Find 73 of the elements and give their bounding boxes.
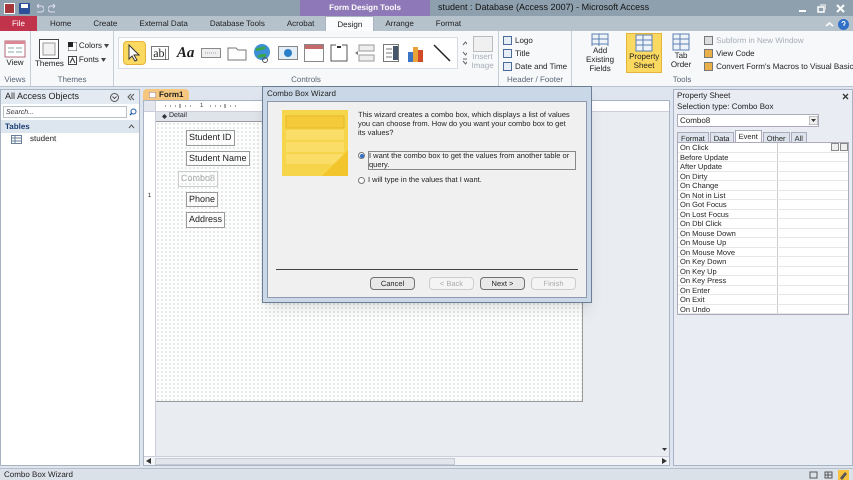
header-footer-button[interactable]: Title — [503, 48, 568, 58]
close-icon[interactable] — [842, 92, 849, 100]
ribbon-tab[interactable]: Home — [39, 16, 82, 31]
group-label: Controls — [290, 75, 322, 86]
caret-icon — [100, 58, 106, 62]
context-tab-header: Form Design Tools — [300, 0, 430, 16]
status-text: Combo Box Wizard — [4, 468, 74, 480]
label-control-icon[interactable]: Aa — [174, 41, 197, 65]
design-view-icon[interactable] — [838, 470, 849, 480]
navigation-control-icon[interactable] — [302, 41, 326, 65]
tool-button[interactable]: Property Sheet — [626, 33, 662, 73]
tool-button[interactable]: Add Existing Fields — [576, 33, 624, 73]
nav-item[interactable]: student — [30, 133, 56, 145]
dropdown-arrow-icon — [809, 116, 818, 125]
ribbon-tab[interactable]: Create — [82, 16, 128, 31]
scroll-thumb[interactable] — [155, 458, 455, 464]
grid-icon — [634, 34, 654, 52]
collapse-pane-icon[interactable] — [127, 93, 135, 101]
radio-button[interactable] — [358, 152, 365, 159]
themes-icon — [39, 38, 60, 58]
ribbon-tab[interactable]: Arrange — [374, 16, 425, 31]
search-icon[interactable] — [129, 108, 137, 116]
document-tab[interactable]: Form1 — [143, 89, 190, 100]
help-icon[interactable] — [838, 19, 849, 30]
colors-icon — [68, 42, 77, 50]
fonts-button[interactable]: Fonts — [68, 55, 110, 65]
field-label[interactable]: Phone — [186, 192, 218, 207]
scroll-left-icon[interactable] — [146, 458, 151, 464]
restore-icon[interactable] — [817, 4, 826, 12]
header-footer-button[interactable]: Logo — [503, 34, 568, 46]
group-label: Themes — [56, 75, 88, 86]
selection-type: Selection type: Combo Box — [677, 102, 774, 112]
object-dropdown[interactable]: Combo8 — [677, 114, 819, 127]
app-icon[interactable] — [4, 2, 15, 14]
layout-view-icon[interactable] — [823, 470, 834, 480]
form-view-icon[interactable] — [808, 470, 819, 480]
collapse-icon — [128, 124, 135, 129]
image-icon — [472, 36, 493, 52]
group-label: Tools — [672, 75, 692, 86]
field-label[interactable]: Student Name — [186, 150, 250, 166]
ribbon-tab[interactable]: External Data — [128, 16, 199, 31]
field-label[interactable]: Student ID — [186, 130, 235, 146]
file-tab[interactable]: File — [0, 16, 37, 31]
form-icon — [149, 92, 156, 98]
pane-title: All Access Objects — [5, 90, 80, 104]
dialog-title: Combo Box Wizard — [267, 88, 337, 100]
window-title: student : Database (Access 2007) - Microsoft Access — [437, 1, 650, 14]
tool-link-button[interactable]: Convert Form's Macros to Visual Basic — [704, 60, 853, 72]
section-icon — [162, 114, 167, 119]
group-label: Header / Footer — [506, 75, 564, 86]
themes-button[interactable]: Themes — [35, 38, 64, 68]
table-icon — [11, 134, 22, 144]
save-icon[interactable] — [19, 2, 30, 14]
ribbon-tab[interactable]: Acrobat — [276, 16, 326, 31]
pointer-control-icon[interactable] — [123, 41, 146, 65]
dropdown-icon[interactable] — [110, 92, 119, 102]
fonts-icon — [68, 56, 77, 64]
header-footer-button[interactable]: Date and Time — [503, 60, 568, 72]
group-label: Views — [3, 75, 27, 86]
colors-button[interactable]: Colors — [68, 41, 110, 51]
field-label[interactable]: Address — [186, 212, 226, 228]
pane-title: Property Sheet — [677, 90, 732, 102]
ribbon-tab[interactable]: Database Tools — [198, 16, 276, 31]
tool-link-button[interactable]: View Code — [704, 48, 853, 58]
gallery-scroll-icon[interactable] — [462, 39, 468, 67]
tool-button[interactable]: Tab Order — [664, 33, 698, 73]
ribbon-tab[interactable]: Design — [325, 16, 374, 31]
scroll-right-icon[interactable] — [662, 458, 667, 464]
builder-icon[interactable] — [831, 143, 848, 151]
group-header[interactable]: Tables — [1, 120, 139, 133]
caret-icon — [104, 44, 110, 48]
ribbon-tab[interactable]: Format — [424, 16, 472, 31]
radio-button[interactable] — [358, 177, 365, 184]
